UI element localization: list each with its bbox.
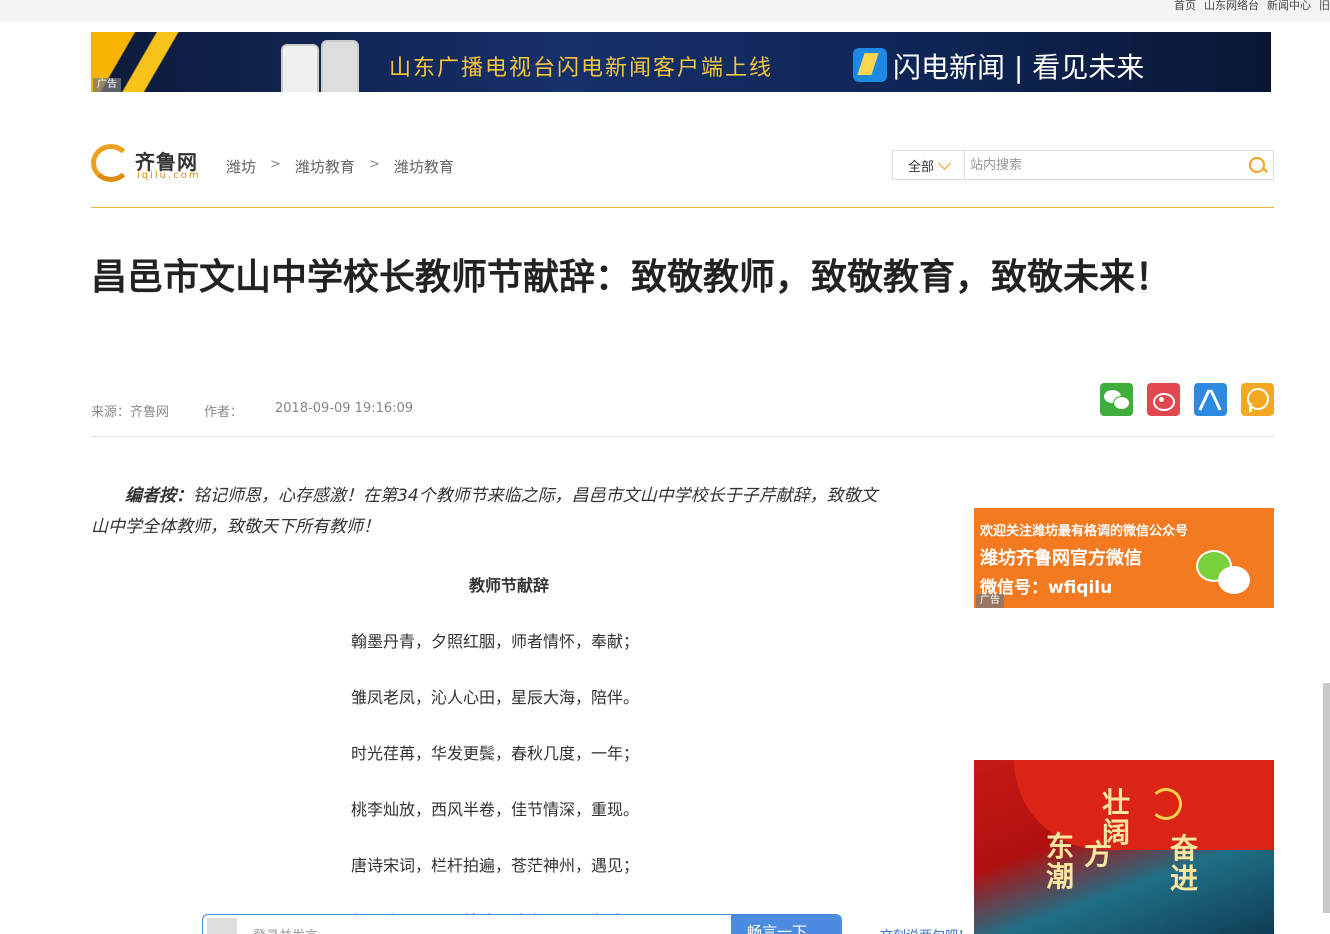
comment-submit-button[interactable]: 畅言一下 [731,915,841,934]
weibo-icon [1147,383,1180,416]
share-qzone-button[interactable] [1241,383,1274,416]
search-icon[interactable] [1241,151,1273,179]
share-weibo-button[interactable] [1147,383,1180,416]
top-link-network[interactable]: 山东网络台 [1204,0,1259,14]
logo-domain: iqilu.com [137,170,201,181]
share-renren-button[interactable] [1194,383,1227,416]
site-search: 全部 [892,150,1274,180]
side-ad-text: 方 [1084,838,1113,871]
breadcrumb-separator: > [270,157,281,172]
poem-line: 雏凤老凤，沁人心田，星辰大海，陪伴。 [351,688,640,707]
search-scope-select[interactable]: 全部 [893,151,965,179]
top-links: 首页 山东网络台 新闻中心 旧 [1174,0,1330,14]
side-ad-text: 东潮 [1046,830,1075,893]
scrollbar-thumb[interactable] [1323,683,1330,913]
side-ad-line: 欢迎关注潍坊最有格调的微信公众号 [980,524,1189,539]
article-title: 昌邑市文山中学校长教师节献辞：致敬教师，致敬教育，致敬未来！ [91,257,1172,298]
poem-title: 教师节献辞 [469,576,550,595]
banner-phones-image [281,40,367,92]
phone-image [281,44,319,92]
breadcrumb-item[interactable]: 潍坊 [226,156,256,177]
ad-label: 广告 [976,594,1004,608]
breadcrumb-item[interactable]: 潍坊教育 [394,156,454,177]
banner-brand: 闪电新闻 | 看见未来 [893,51,1145,84]
side-ad-line: 潍坊齐鲁网官方微信 [980,548,1142,569]
article-source: 来源：齐鲁网 [91,405,170,420]
poem-line: 翰墨丹青，夕照红胭，师者情怀，奉献； [351,632,640,651]
top-link-home[interactable]: 首页 [1174,0,1196,14]
comment-link[interactable]: 文刻说两句吧！ [880,925,971,934]
top-bar: 首页 山东网络台 新闻中心 旧 [0,0,1330,22]
side-ad-party[interactable]: 壮阔 东潮 方 奋进 [974,760,1274,934]
wechat-bubble-icon [1218,566,1250,594]
editor-note-label: 编者按： [125,486,193,506]
comment-bar: 登录并发言 畅言一下 [202,914,842,934]
article-author: 作者： [204,405,244,420]
poem-line: 唐诗宋词，栏杆拍遍，苍茫神州，遇见； [351,856,640,875]
share-buttons [1100,383,1274,416]
poem-line: 时光荏苒，华发更鬓，春秋几度，一年； [351,744,640,763]
renren-icon [1194,383,1227,416]
header-divider [91,207,1274,208]
editor-note: 编者按：铭记师恩，心存感激！在第34个教师节来临之际，昌邑市文山中学校长于子芹献… [91,481,891,543]
ad-label: 广告 [93,78,121,92]
top-ad-banner[interactable]: 山东广播电视台闪电新闻客户端上线 闪电新闻 | 看见未来 广告 [91,32,1271,92]
banner-headline: 山东广播电视台闪电新闻客户端上线 [389,56,774,81]
breadcrumb: 潍坊 > 潍坊教育 > 潍坊教育 [226,156,454,177]
lightning-logo-icon [853,48,887,82]
breadcrumb-separator: > [368,157,380,172]
wechat-icon [1100,383,1133,416]
article-datetime: 2018-09-09 19:16:09 [275,401,414,416]
chevron-down-icon [938,156,951,170]
meta-divider [91,436,1274,437]
poem-line: 桃李灿放，西风半卷，佳节情深，重现。 [351,800,640,819]
share-wechat-button[interactable] [1100,383,1133,416]
logo-swirl-icon [91,144,131,182]
top-link-news[interactable]: 新闻中心 [1267,0,1311,14]
article-meta: 来源：齐鲁网 作者： 2018-09-09 19:16:09 [91,401,413,420]
comment-input[interactable]: 登录并发言 [253,925,318,934]
hammer-sickle-icon [1150,788,1182,820]
side-ad-text: 奋进 [1170,832,1199,895]
qzone-icon [1241,383,1274,416]
site-logo[interactable]: 齐鲁网 iqilu.com [91,142,211,184]
phone-image [321,40,359,92]
search-input[interactable] [965,151,1241,179]
side-ad-wechat[interactable]: 欢迎关注潍坊最有格调的微信公众号 潍坊齐鲁网官方微信 微信号：wfiqilu 广… [974,508,1274,608]
editor-note-text: 铭记师恩，心存感激！在第34个教师节来临之际，昌邑市文山中学校长于子芹献辞，致敬… [91,486,878,537]
top-link-more[interactable]: 旧 [1319,0,1330,14]
breadcrumb-item[interactable]: 潍坊教育 [295,156,355,177]
avatar [207,918,237,934]
search-scope-label: 全部 [907,159,934,175]
